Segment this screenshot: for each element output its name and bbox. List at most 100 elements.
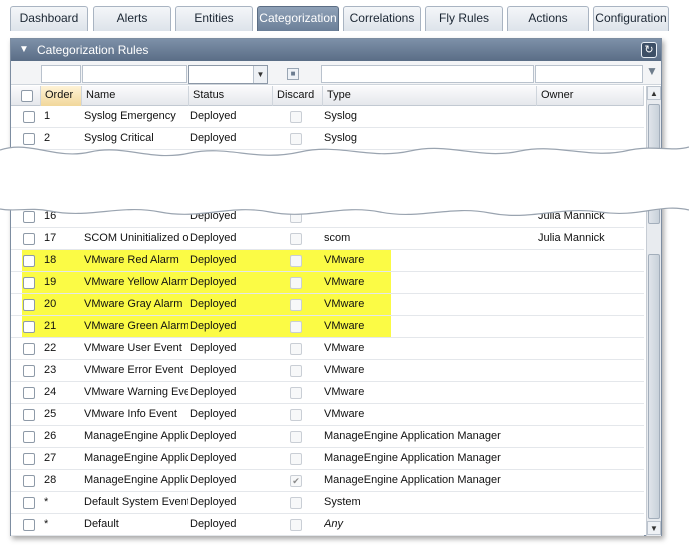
table-row[interactable]: * Default Deployed Any	[11, 514, 644, 536]
order-cell: 2	[44, 132, 51, 144]
discard-checkbox[interactable]	[290, 321, 302, 333]
tab-correlations[interactable]: Correlations	[343, 6, 421, 31]
owner-filter-input[interactable]	[535, 65, 643, 83]
discard-checkbox[interactable]	[290, 233, 302, 245]
app-root: Dashboard Alerts Entities Categorization…	[0, 0, 689, 555]
status-cell: Deployed	[190, 232, 237, 244]
row-checkbox[interactable]	[23, 519, 35, 531]
row-checkbox[interactable]	[23, 255, 35, 267]
scroll-thumb[interactable]	[648, 104, 660, 224]
table-row[interactable]: 19 VMware Yellow Alarm Deployed VMware	[11, 272, 644, 294]
order-cell: 20	[44, 298, 57, 310]
discard-checkbox[interactable]	[290, 299, 302, 311]
tab-configuration[interactable]: Configuration	[593, 6, 669, 31]
row-checkbox[interactable]	[23, 233, 35, 245]
table-row[interactable]: 28 ManageEngine ApplicationDeployed ✔ Manag…	[11, 470, 644, 492]
discard-checkbox[interactable]	[290, 409, 302, 421]
discard-checkbox[interactable]	[290, 497, 302, 509]
table-row[interactable]: 3 Syslog Error Deployed Syslog	[11, 150, 644, 172]
discard-checkbox[interactable]	[290, 365, 302, 377]
type-cell: VMware	[324, 298, 365, 310]
scroll-thumb[interactable]	[648, 254, 660, 519]
chevron-down-icon[interactable]: ▼	[17, 39, 31, 61]
name-filter-input[interactable]	[82, 65, 187, 83]
tab-fly-rules[interactable]: Fly Rules	[425, 6, 503, 31]
discard-checkbox[interactable]	[290, 211, 302, 223]
column-order[interactable]: Order	[41, 86, 82, 106]
status-filter-select[interactable]: ▼	[188, 65, 268, 84]
table-row[interactable]: 21 VMware Green Alarm Deployed VMware	[11, 316, 644, 338]
row-checkbox[interactable]	[23, 431, 35, 443]
table-row[interactable]: 25 VMware Info Event Deployed VMware	[11, 404, 644, 426]
type-cell: ManageEngine Application Manager	[324, 452, 501, 464]
row-checkbox[interactable]	[23, 409, 35, 421]
row-checkbox[interactable]	[23, 321, 35, 333]
tab-alerts[interactable]: Alerts	[93, 6, 171, 31]
row-checkbox[interactable]	[23, 365, 35, 377]
type-cell: VMware	[324, 408, 365, 420]
table-row[interactable]: 20 VMware Gray Alarm Deployed VMware	[11, 294, 644, 316]
table-row[interactable]: 2 Syslog Critical Deployed Syslog	[11, 128, 644, 150]
tab-entities[interactable]: Entities	[175, 6, 253, 31]
type-cell	[324, 206, 537, 227]
discard-checkbox[interactable]	[290, 111, 302, 123]
discard-checkbox[interactable]	[290, 387, 302, 399]
refresh-icon[interactable]: ↻	[641, 42, 657, 58]
table-row[interactable]: 26 ManageEngine ApplicationDeployed Manage…	[11, 426, 644, 448]
row-checkbox[interactable]	[23, 497, 35, 509]
discard-checkbox[interactable]	[290, 519, 302, 531]
table-row[interactable]: 16 Deployed Julia Mannick	[11, 206, 644, 228]
row-checkbox[interactable]	[23, 453, 35, 465]
column-discard[interactable]: Discard	[273, 86, 323, 106]
chevron-down-icon[interactable]: ▼	[253, 66, 267, 83]
column-status[interactable]: Status	[189, 86, 273, 106]
table-row[interactable]: 27 ManageEngine ApplicationDeployed Manage…	[11, 448, 644, 470]
discard-checkbox[interactable]	[290, 431, 302, 443]
name-cell: VMware Gray Alarm	[84, 298, 183, 310]
name-cell: ManageEngine Application	[84, 452, 188, 464]
table-row[interactable]: 22 VMware User Event Deployed VMware	[11, 338, 644, 360]
table-row[interactable]: 18 VMware Red Alarm Deployed VMware	[11, 250, 644, 272]
order-cell: 19	[44, 276, 57, 288]
scroll-down-icon[interactable]: ▼	[647, 521, 661, 535]
discard-checkbox[interactable]	[290, 453, 302, 465]
discard-checkbox[interactable]: ✔	[290, 475, 302, 487]
row-checkbox[interactable]	[23, 155, 35, 167]
type-cell: System	[324, 496, 361, 508]
table-row[interactable]: 24 VMware Warning Event Deployed VMware	[11, 382, 644, 404]
select-all-checkbox[interactable]	[21, 90, 33, 102]
column-owner[interactable]: Owner	[537, 86, 644, 106]
column-type[interactable]: Type	[323, 86, 537, 106]
owner-cell	[538, 250, 638, 271]
row-checkbox[interactable]	[23, 111, 35, 123]
discard-checkbox[interactable]	[290, 277, 302, 289]
tab-actions[interactable]: Actions	[507, 6, 589, 31]
row-checkbox[interactable]	[23, 475, 35, 487]
table-row[interactable]: * Default System Event Deployed System	[11, 492, 644, 514]
row-checkbox[interactable]	[23, 211, 35, 223]
row-checkbox[interactable]	[23, 387, 35, 399]
categorization-rules-panel: ▼ Categorization Rules ↻ ▼ ■ ▼ Order Nam…	[10, 38, 662, 536]
vertical-scrollbar[interactable]: ▲ ▼	[646, 86, 661, 536]
type-filter-input[interactable]	[321, 65, 534, 83]
discard-checkbox[interactable]	[290, 343, 302, 355]
owner-cell: Julia Mannick	[538, 210, 605, 222]
tab-dashboard[interactable]: Dashboard	[10, 6, 88, 31]
discard-checkbox[interactable]	[290, 133, 302, 145]
funnel-icon[interactable]: ▼	[645, 64, 659, 80]
name-cell: Syslog Error	[84, 154, 145, 166]
table-row[interactable]: 17 SCOM Uninitialized or Deployed scom Julia…	[11, 228, 644, 250]
table-row[interactable]: 23 VMware Error Event Deployed VMware	[11, 360, 644, 382]
row-checkbox[interactable]	[23, 343, 35, 355]
table-row[interactable]: 1 Syslog Emergency Deployed Syslog	[11, 106, 644, 128]
discard-filter-checkbox[interactable]: ■	[287, 68, 299, 80]
scroll-up-icon[interactable]: ▲	[647, 86, 661, 100]
row-checkbox[interactable]	[23, 277, 35, 289]
discard-checkbox[interactable]	[290, 155, 302, 167]
column-name[interactable]: Name	[82, 86, 189, 106]
row-checkbox[interactable]	[23, 299, 35, 311]
order-filter-input[interactable]	[41, 65, 81, 83]
discard-checkbox[interactable]	[290, 255, 302, 267]
row-checkbox[interactable]	[23, 133, 35, 145]
tab-categorization[interactable]: Categorization	[257, 6, 339, 31]
